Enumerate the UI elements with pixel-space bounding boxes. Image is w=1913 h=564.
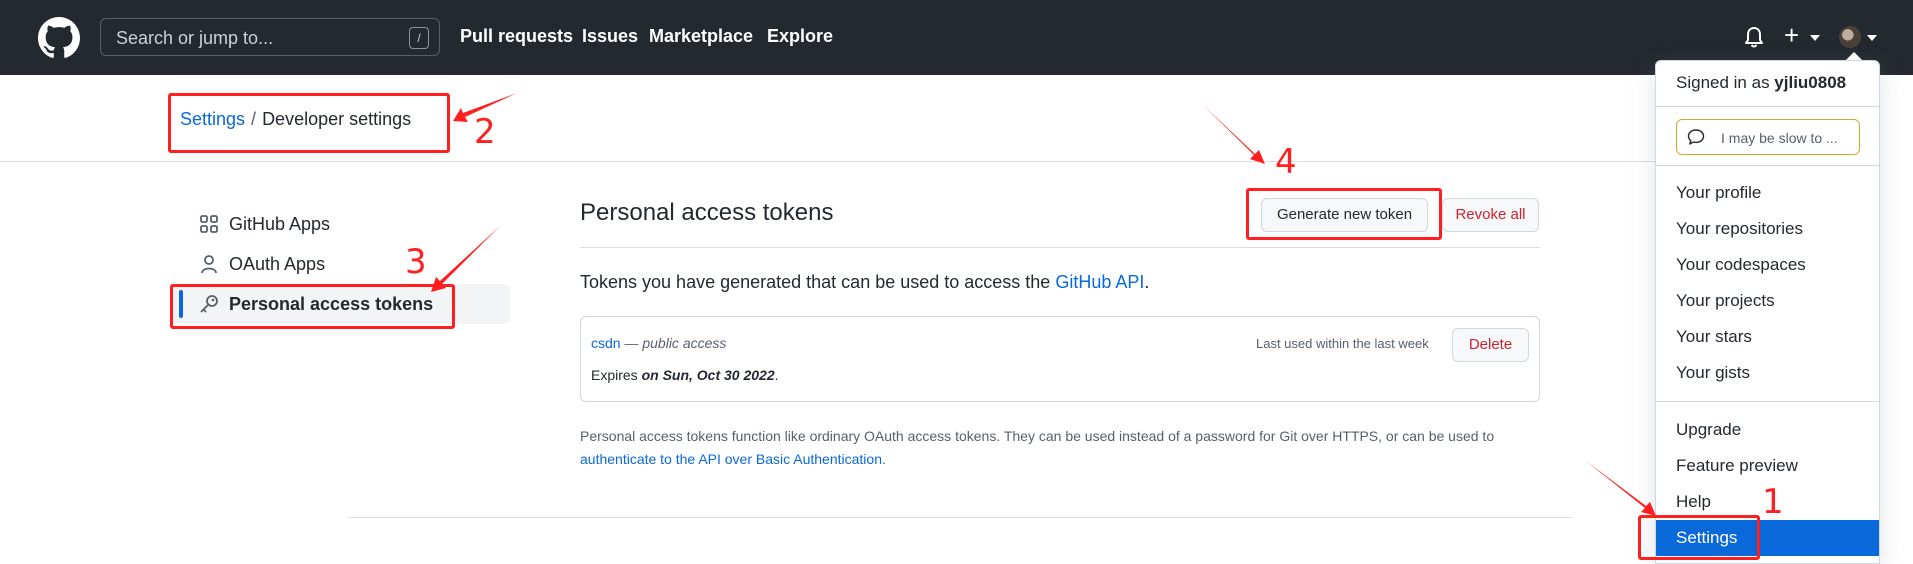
token-expiry: Expires on Sun, Oct 30 2022. xyxy=(591,367,779,383)
apps-grid-icon xyxy=(200,215,218,233)
token-expiry-prefix: Expires xyxy=(591,367,642,383)
footer-note: Personal access tokens function like ord… xyxy=(580,425,1540,471)
user-avatar[interactable] xyxy=(1839,26,1861,48)
intro-end: . xyxy=(1144,272,1150,292)
nav-issues[interactable]: Issues xyxy=(582,26,638,47)
sidebar-item-oauth-apps[interactable]: OAuth Apps xyxy=(170,244,510,284)
sidebar-item-label: OAuth Apps xyxy=(229,254,326,274)
menu-item-your-profile[interactable]: Your profile xyxy=(1656,175,1879,211)
annotation-number-4: 4 xyxy=(1275,142,1297,182)
search-shortcut-key: / xyxy=(409,27,429,49)
divider xyxy=(1656,401,1879,402)
note-end: . xyxy=(881,451,886,467)
token-card: csdn — public access Expires on Sun, Oct… xyxy=(580,316,1540,402)
menu-item-your-codespaces[interactable]: Your codespaces xyxy=(1656,247,1879,283)
token-expiry-end: . xyxy=(774,367,779,383)
annotation-arrow-4 xyxy=(1202,104,1265,164)
annotation-number-3: 3 xyxy=(405,242,427,282)
divider xyxy=(580,247,1540,248)
revoke-all-button[interactable]: Revoke all xyxy=(1442,198,1539,232)
sidebar-item-github-apps[interactable]: GitHub Apps xyxy=(170,204,510,244)
user-menu-caret-icon[interactable] xyxy=(1867,35,1877,41)
github-api-link[interactable]: GitHub API xyxy=(1055,272,1144,292)
nav-pull-requests[interactable]: Pull requests xyxy=(460,26,573,47)
token-expiry-date: on Sun, Oct 30 2022 xyxy=(641,367,775,383)
token-scope: — public access xyxy=(620,335,727,351)
create-new-plus-icon[interactable]: + xyxy=(1784,22,1799,48)
sidebar-item-label: GitHub Apps xyxy=(229,214,331,234)
page-title: Personal access tokens xyxy=(580,199,834,226)
signed-in-prefix: Signed in as xyxy=(1676,73,1775,92)
speech-bubble-icon xyxy=(1687,129,1705,145)
nav-marketplace[interactable]: Marketplace xyxy=(649,26,753,47)
annotation-number-1: 1 xyxy=(1762,482,1784,522)
menu-item-your-repositories[interactable]: Your repositories xyxy=(1656,211,1879,247)
nav-explore[interactable]: Explore xyxy=(767,26,833,47)
menu-item-feature-preview[interactable]: Feature preview xyxy=(1656,448,1879,484)
token-header: csdn — public access xyxy=(591,335,726,351)
menu-item-your-gists[interactable]: Your gists xyxy=(1656,355,1879,391)
annotation-box-settings xyxy=(1638,515,1760,560)
signed-in-label: Signed in as yjliu0808 xyxy=(1676,73,1846,93)
top-header: Search or jump to... / Pull requests Iss… xyxy=(0,0,1913,75)
dropdown-pointer xyxy=(1846,52,1862,60)
delete-token-button[interactable]: Delete xyxy=(1452,328,1529,362)
signed-in-username: yjliu0808 xyxy=(1774,73,1847,92)
divider xyxy=(1656,165,1879,166)
notification-bell-icon[interactable] xyxy=(1744,26,1764,48)
person-icon xyxy=(201,255,217,274)
basic-auth-link[interactable]: authenticate to the API over Basic Authe… xyxy=(580,451,882,467)
annotation-box-breadcrumb xyxy=(168,93,450,153)
token-name-link[interactable]: csdn xyxy=(591,335,621,351)
divider xyxy=(0,161,1655,162)
divider xyxy=(1656,106,1879,107)
menu-item-your-stars[interactable]: Your stars xyxy=(1656,319,1879,355)
intro-text: Tokens you have generated that can be us… xyxy=(580,272,1149,293)
annotation-box-tokens xyxy=(170,284,455,329)
set-status-button[interactable]: I may be slow to ... xyxy=(1676,119,1860,155)
github-logo-icon[interactable] xyxy=(38,17,80,59)
divider xyxy=(348,517,1573,518)
intro-prefix: Tokens you have generated that can be us… xyxy=(580,272,1056,292)
annotation-number-2: 2 xyxy=(474,112,496,152)
search-input[interactable]: Search or jump to... / xyxy=(100,18,440,56)
token-last-used: Last used within the last week xyxy=(1256,336,1429,351)
status-text: I may be slow to ... xyxy=(1721,130,1838,146)
search-placeholder: Search or jump to... xyxy=(116,28,274,48)
menu-item-your-projects[interactable]: Your projects xyxy=(1656,283,1879,319)
note-text: Personal access tokens function like ord… xyxy=(580,428,1495,444)
annotation-box-generate xyxy=(1246,188,1442,240)
create-new-caret-icon[interactable] xyxy=(1810,35,1820,41)
menu-item-upgrade[interactable]: Upgrade xyxy=(1656,412,1879,448)
annotation-arrow-1 xyxy=(1586,461,1656,516)
